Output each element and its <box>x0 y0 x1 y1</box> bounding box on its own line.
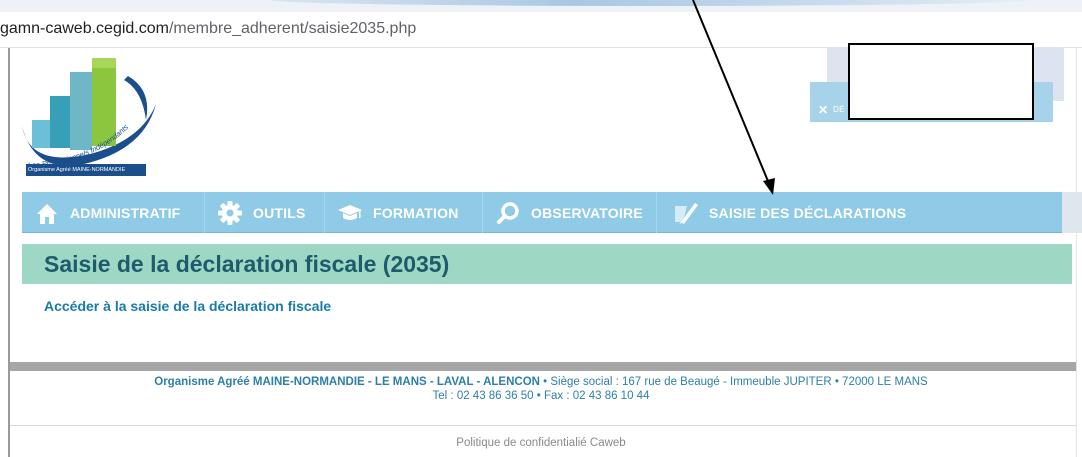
footer-rule <box>10 425 1076 426</box>
page-title: Saisie de la déclaration fiscale (2035) <box>44 251 450 277</box>
nav-label: SAISIE DES DÉCLARATIONS <box>709 204 907 221</box>
graduation-cap-icon <box>337 200 363 226</box>
page: gamn-caweb.cegid.com/membre_adherent/sai… <box>0 0 1082 457</box>
privacy-policy-link[interactable]: Politique de confidentialié Caweb <box>0 437 1082 449</box>
url-text[interactable]: gamn-caweb.cegid.com/membre_adherent/sai… <box>0 20 416 38</box>
nav-label: ADMINISTRATIF <box>70 204 181 221</box>
nav-item-administratif[interactable]: ADMINISTRATIF <box>22 192 205 233</box>
footer-address-line: Organisme Agréé MAINE-NORMANDIE - LE MAN… <box>0 376 1082 388</box>
url-path: /membre_adherent/saisie2035.php <box>168 20 417 37</box>
home-icon <box>34 200 60 226</box>
browser-tab-highlight <box>270 0 1030 6</box>
logo-graphic: Les Professionnels Indépendants <box>22 58 156 176</box>
nav-item-observatoire[interactable]: OBSERVATOIRE <box>483 192 657 233</box>
url-host: gamn-caweb.cegid.com <box>0 20 169 37</box>
footer-address: • Siège social : 167 rue de Beaugé - Imm… <box>539 376 928 388</box>
footer-org-name: Organisme Agréé MAINE-NORMANDIE - LE MAN… <box>154 376 540 388</box>
redaction-box <box>848 43 1034 120</box>
close-icon[interactable]: ✕ <box>818 104 828 116</box>
nav-label: OBSERVATOIRE <box>531 204 643 221</box>
main-navigation: ADMINISTRATIF OUTILS FORMATION OBSERVATO… <box>22 192 1082 233</box>
nav-tail <box>1062 192 1082 233</box>
gear-icon <box>217 200 243 226</box>
page-title-band: Saisie de la déclaration fiscale (2035) <box>22 244 1072 284</box>
footer-divider <box>10 362 1076 371</box>
nav-item-formation[interactable]: FORMATION <box>325 192 483 233</box>
nav-item-outils[interactable]: OUTILS <box>205 192 325 233</box>
nav-label: FORMATION <box>373 204 459 221</box>
nav-item-saisie-declarations[interactable]: SAISIE DES DÉCLARATIONS <box>657 192 1062 233</box>
footer-contact: Tel : 02 43 86 36 50 • Fax : 02 43 86 10… <box>432 390 650 402</box>
magnifier-icon <box>495 200 521 226</box>
access-declaration-link[interactable]: Accéder à la saisie de la déclaration fi… <box>44 298 331 314</box>
pen-paper-icon <box>673 200 699 226</box>
nav-label: OUTILS <box>253 204 306 221</box>
logo-band-text: Organisme Agréé MAINE-NORMANDIE <box>28 167 126 173</box>
site-logo[interactable]: Les Professionnels Indépendants Organism… <box>20 50 158 178</box>
browser-top-strip <box>0 0 1082 12</box>
